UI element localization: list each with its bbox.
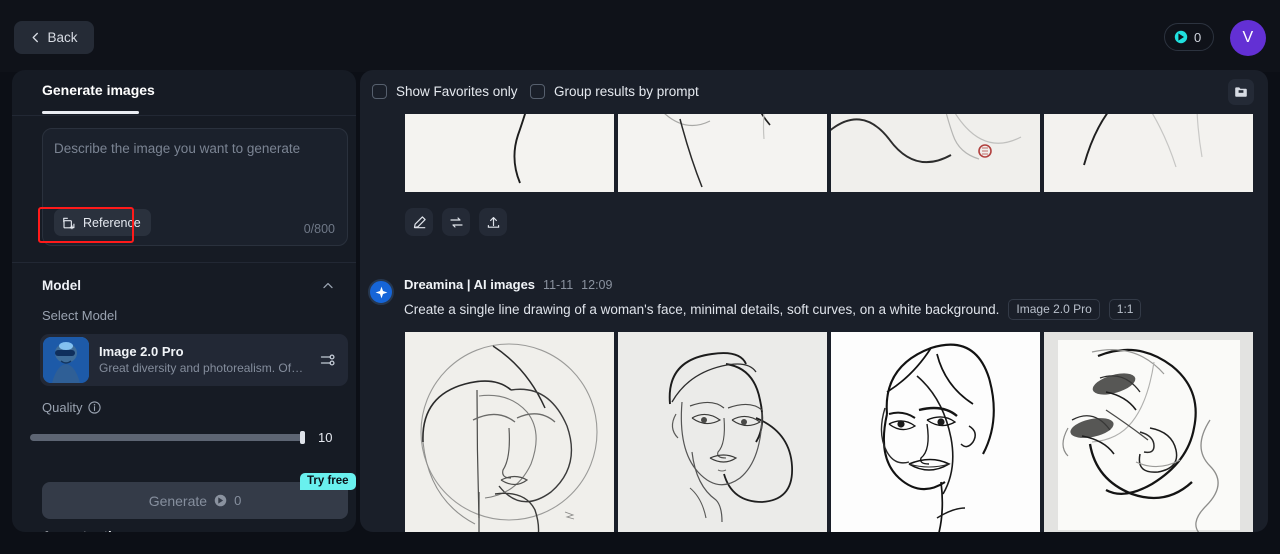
results-filter-bar: Show Favorites only Group results by pro… [360,70,1268,114]
back-button[interactable]: Back [14,21,94,54]
bot-avatar [368,279,394,305]
checkbox-group-by-prompt[interactable] [530,84,545,99]
prompt-placeholder[interactable]: Describe the image you want to generate [54,141,300,156]
result-image-1[interactable] [405,332,614,532]
try-free-badge[interactable]: Try free [300,473,356,490]
model-name: Image 2.0 Pro [99,344,184,359]
tab-generate-images[interactable]: Generate images [42,82,155,98]
model-thumbnail [43,337,89,383]
upload-icon [487,216,499,228]
filter-label-group: Group results by prompt [554,84,699,99]
reference-button[interactable]: Reference [54,209,151,236]
chevron-up-icon-model[interactable] [322,280,334,292]
result-image-row-previous [405,114,1253,192]
aspect-ratio-section-title: Aspect ratio [42,529,120,532]
quality-value: 10 [318,429,333,445]
model-section-title: Model [42,278,81,293]
credits-value: 0 [1194,29,1202,45]
result-tag-model[interactable]: Image 2.0 Pro [1008,299,1100,320]
quality-slider-thumb[interactable] [300,430,305,444]
back-button-label: Back [47,30,78,45]
result-image-prev-4[interactable] [1044,114,1253,192]
quality-slider[interactable]: 10 [30,428,348,446]
result-meta-line: Dreamina | AI images 11-11 12:09 [404,277,1141,292]
generate-panel: Generate images Describe the image you w… [12,70,356,532]
sliders-icon[interactable] [320,352,336,368]
result-tag-ratio[interactable]: 1:1 [1108,299,1142,320]
generate-button-label: Generate [148,492,208,509]
results-scroll-region[interactable]: Dreamina | AI images 11-11 12:09 Create … [360,114,1268,532]
tab-active-indicator [42,111,139,114]
top-bar: Back 0 V [0,0,1280,72]
results-panel: Show Favorites only Group results by pro… [360,70,1268,532]
sparkle-icon [375,286,387,298]
quality-label-row: Quality [42,400,102,415]
prompt-char-counter: 0/800 [303,222,335,236]
checkbox-show-favorites-only[interactable] [372,84,387,99]
select-model-label: Select Model [42,308,118,323]
result-image-2[interactable] [618,332,827,532]
filter-group-by-prompt[interactable]: Group results by prompt [530,84,699,99]
panel-divider [12,262,356,263]
quality-label: Quality [42,400,83,415]
image-add-icon [63,217,75,229]
result-time: 12:09 [581,278,613,292]
reference-button-label: Reference [83,215,141,230]
app-root: Back 0 V Generate images Describe the im… [0,0,1280,554]
chevron-left-icon [33,32,39,43]
regenerate-button-previous[interactable] [442,208,470,236]
result-image-row-current [405,332,1253,532]
result-image-prev-1[interactable] [405,114,614,192]
archive-button[interactable] [1228,79,1254,105]
folder-icon [1235,87,1247,97]
upload-button-previous[interactable] [479,208,507,236]
result-image-4[interactable] [1044,332,1253,532]
credit-coin-icon-generate [214,494,227,507]
user-avatar[interactable]: V [1230,20,1266,56]
filter-show-favorites-only[interactable]: Show Favorites only [372,84,518,99]
result-date: 11-11 [543,278,574,292]
credit-coin-icon [1174,30,1188,44]
generate-cost: 0 [234,493,242,508]
result-prompt-text: Create a single line drawing of a woman'… [404,302,1000,317]
result-header-texts: Dreamina | AI images 11-11 12:09 Create … [404,277,1142,320]
model-text-group: Image 2.0 Pro Great diversity and photor… [99,344,320,376]
model-thumbnail-art [43,337,89,383]
result-header: Dreamina | AI images 11-11 12:09 Create … [368,277,1142,320]
credits-pill[interactable]: 0 [1164,23,1214,51]
filter-label-favorites: Show Favorites only [396,84,518,99]
prompt-input-box[interactable]: Describe the image you want to generate … [42,128,348,246]
result-actions-previous [405,208,507,236]
result-prompt-line: Create a single line drawing of a woman'… [404,299,1142,320]
info-circle-icon[interactable] [88,401,102,414]
pencil-icon [413,215,426,228]
shuffle-icon [449,216,463,228]
result-image-prev-3[interactable] [831,114,1040,192]
panel-tabstrip: Generate images [12,70,356,116]
bot-name: Dreamina | AI images [404,277,536,292]
result-image-3[interactable] [831,332,1040,532]
quality-slider-track[interactable] [30,430,305,444]
user-avatar-initial: V [1242,29,1254,46]
result-image-prev-2[interactable] [618,114,827,192]
model-description: Great diversity and photorealism. Of… [99,361,304,375]
edit-button-previous[interactable] [405,208,433,236]
selected-model-card[interactable]: Image 2.0 Pro Great diversity and photor… [40,334,348,386]
